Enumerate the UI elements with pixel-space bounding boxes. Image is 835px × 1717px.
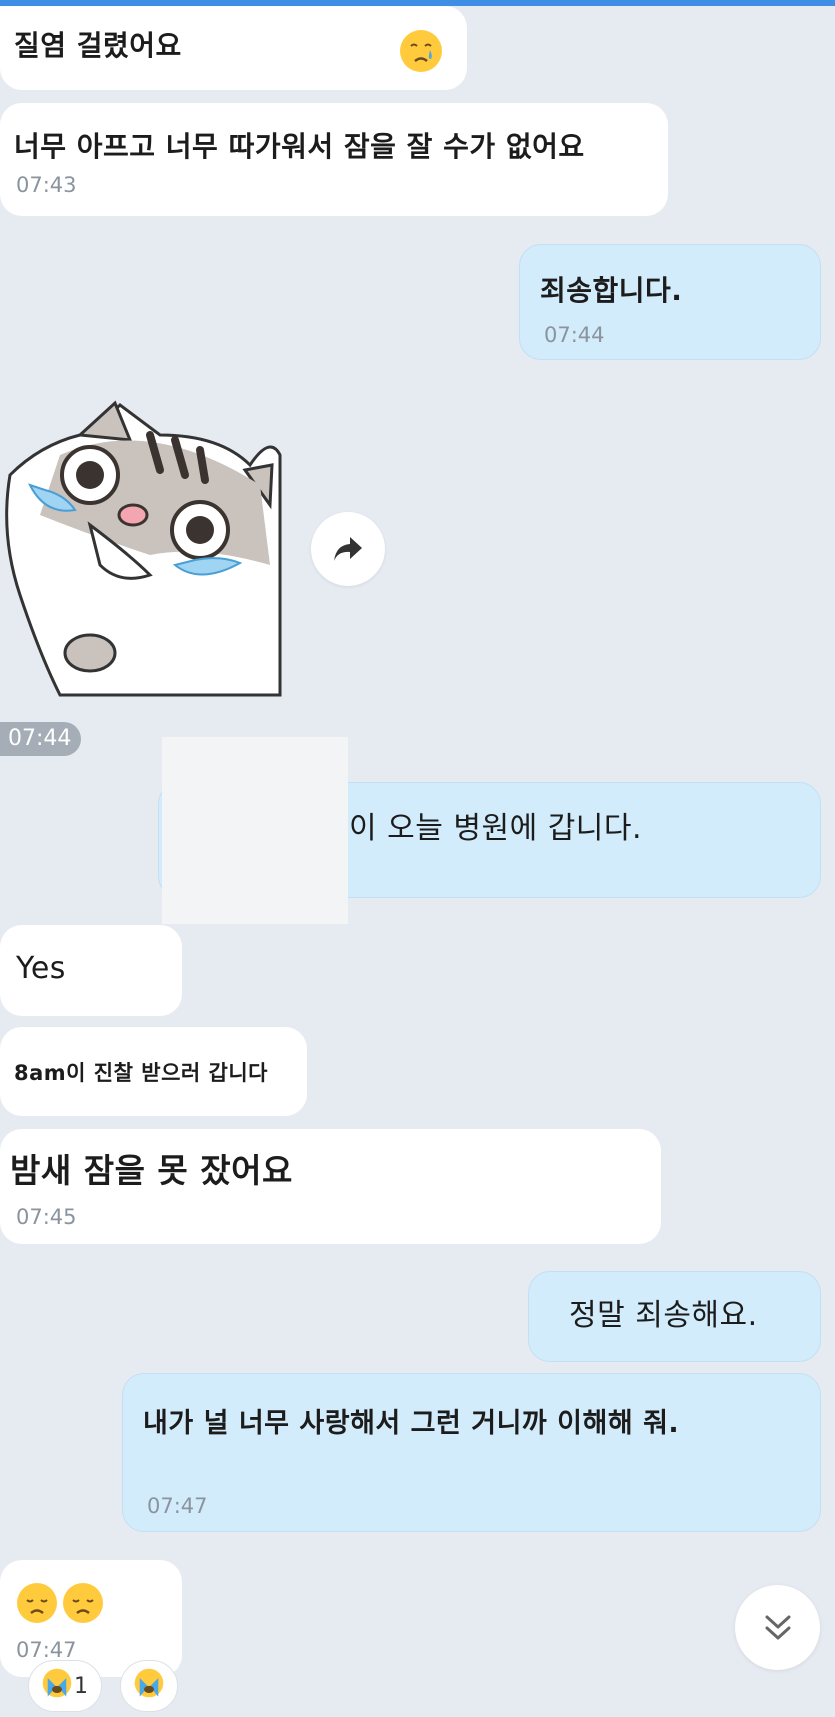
reaction-count: 1	[74, 1673, 88, 1699]
incoming-message[interactable]: Yes	[0, 925, 182, 1016]
incoming-message[interactable]: 질염 걸렸어요	[0, 6, 467, 90]
reaction-chip[interactable]: 1	[28, 1660, 102, 1712]
redaction-box	[162, 737, 348, 924]
crying-cat-sticker[interactable]	[0, 395, 290, 705]
incoming-message[interactable]: 밤새 잠을 못 잤어요 07:45	[0, 1129, 661, 1244]
loudly-crying-face-icon	[42, 1668, 72, 1704]
outgoing-message[interactable]: 죄송합니다. 07:44	[519, 244, 821, 360]
outgoing-message[interactable]: 내가 널 너무 사랑해서 그런 거니까 이해해 줘. 07:47	[122, 1373, 821, 1532]
message-time: 07:47	[147, 1494, 208, 1518]
message-text: 내가 널 너무 사랑해서 그런 거니까 이해해 줘.	[143, 1408, 680, 1439]
incoming-message[interactable]: 8am이 진찰 받으러 갑니다	[0, 1027, 307, 1116]
loudly-crying-face-icon	[134, 1668, 164, 1704]
scroll-to-bottom-button[interactable]	[735, 1585, 820, 1670]
message-text: Yes	[16, 951, 66, 986]
incoming-message[interactable]: 너무 아프고 너무 따가워서 잠을 잘 수가 없어요 07:43	[0, 103, 668, 216]
reaction-chip[interactable]	[120, 1660, 178, 1712]
share-button[interactable]	[311, 512, 385, 586]
message-text: 8am이 진찰 받으러 갑니다	[14, 1061, 268, 1085]
message-time: 07:47	[16, 1638, 77, 1662]
disappointed-face-icon	[62, 1582, 104, 1628]
message-text: 죄송합니다.	[540, 274, 683, 307]
message-time: 07:44	[544, 323, 605, 347]
message-text: 정말 죄송해요.	[569, 1298, 758, 1333]
message-time: 07:45	[16, 1205, 77, 1229]
crying-face-icon	[400, 30, 442, 72]
message-text: 밤새 잠을 못 잤어요	[10, 1151, 293, 1190]
message-text: 질염 걸렸어요	[14, 29, 182, 62]
message-text: 이 오늘 병원에 갑니다.	[349, 811, 643, 846]
double-chevron-down-icon	[765, 1615, 790, 1639]
message-text: 너무 아프고 너무 따가워서 잠을 잘 수가 없어요	[14, 130, 585, 163]
message-time: 07:43	[16, 173, 77, 197]
sticker-time: 07:44	[0, 722, 82, 756]
forward-arrow-icon	[334, 537, 362, 561]
outgoing-message[interactable]: 정말 죄송해요.	[528, 1271, 821, 1362]
disappointed-face-icon	[16, 1582, 58, 1628]
